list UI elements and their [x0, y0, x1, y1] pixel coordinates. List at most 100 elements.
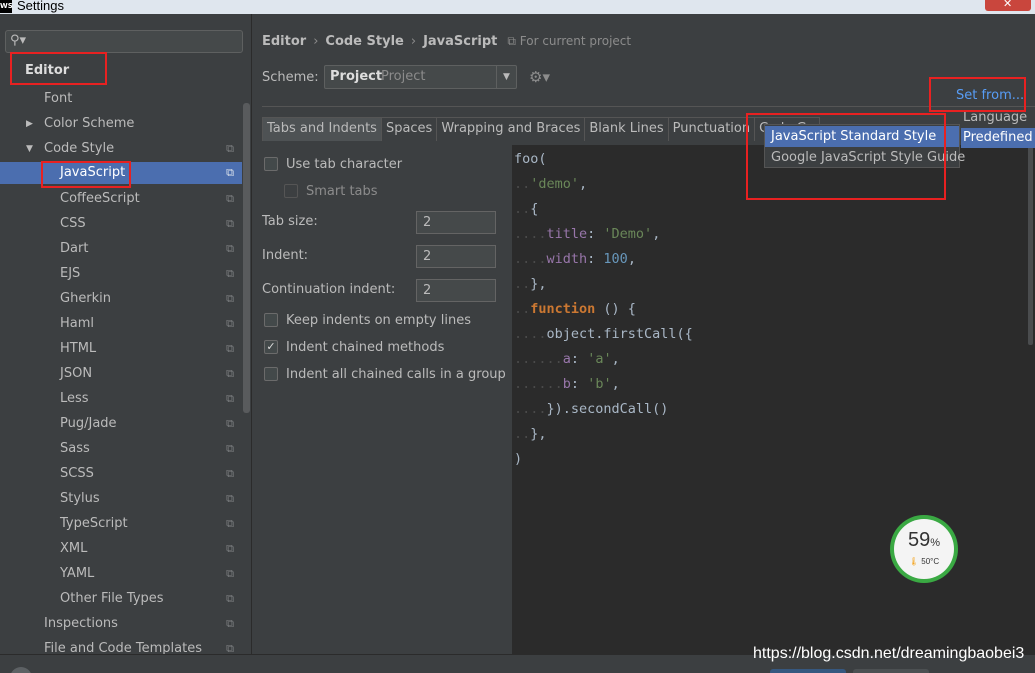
watermark: https://blog.csdn.net/dreamingbaobei3 [753, 645, 1025, 662]
continuation-indent-label: Continuation indent: [262, 282, 396, 297]
tree-item-scss[interactable]: SCSS ⧉ [0, 463, 242, 485]
project-scope-icon: ⧉ [226, 342, 234, 355]
code-line: ..}, [514, 426, 547, 442]
annotation-box-javascript [41, 161, 131, 188]
tree-item-label: File and Code Templates [44, 641, 202, 654]
flame-icon: 🌡 [908, 557, 920, 566]
tree-item-gherkin[interactable]: Gherkin ⧉ [0, 288, 242, 310]
checkbox-box[interactable] [264, 313, 278, 327]
breadcrumb-editor: Editor [262, 34, 307, 49]
tree-item-label: CoffeeScript [60, 191, 140, 206]
tree-item-label: Sass [60, 441, 90, 456]
tree-item-sass[interactable]: Sass ⧉ [0, 438, 242, 460]
project-scope-icon: ⧉ [226, 317, 234, 330]
code-line: ....}).secondCall() [514, 401, 669, 417]
scheme-select[interactable]: Project Project ▼ [324, 65, 517, 89]
scheme-sub: Project [381, 69, 426, 84]
project-scope-icon: ⧉ [226, 492, 234, 505]
tree-item-html[interactable]: HTML ⧉ [0, 338, 242, 360]
breadcrumb-separator: › [313, 34, 319, 49]
tree-item-pug-jade[interactable]: Pug/Jade ⧉ [0, 413, 242, 435]
tree-item-color-scheme[interactable]: ▶ Color Scheme [0, 113, 242, 135]
project-scope-icon: ⧉ [226, 417, 234, 430]
help-button[interactable] [10, 667, 32, 673]
tab-blank-lines[interactable]: Blank Lines [584, 117, 669, 141]
tree-item-font[interactable]: Font [0, 88, 242, 110]
tree-item-label: XML [60, 541, 88, 556]
code-line: ....title: 'Demo', [514, 226, 661, 242]
tree-item-label: TypeScript [60, 516, 128, 531]
tree-item-css[interactable]: CSS ⧉ [0, 213, 242, 235]
ok-button[interactable] [770, 669, 846, 673]
project-scope-icon: ⧉ [507, 34, 520, 48]
tree-item-label: Haml [60, 316, 95, 331]
webstorm-logo: WS [0, 0, 13, 13]
tree-item-file-and-code-templates[interactable]: File and Code Templates ⧉ [0, 638, 242, 654]
close-icon: ✕ [1003, 0, 1013, 10]
checkmark-icon[interactable]: ✓ [264, 340, 278, 354]
code-line: ......a: 'a', [514, 351, 620, 367]
tab-tabs-and-indents[interactable]: Tabs and Indents [262, 117, 382, 141]
tree-item-label: Other File Types [60, 591, 164, 606]
settings-search-input[interactable]: ⚲▾ [5, 30, 243, 53]
tree-item-label: Gherkin [60, 291, 112, 306]
code-style-tabs: Tabs and Indents Spaces Wrapping and Brace… [262, 117, 820, 141]
tree-item-haml[interactable]: Haml ⧉ [0, 313, 242, 335]
code-preview: foo( ..'demo', ..{ ....title: 'Demo', ..… [512, 145, 1035, 654]
tree-item-label: Less [60, 391, 89, 406]
gear-icon[interactable]: ⚙▾ [529, 68, 550, 86]
tree-item-stylus[interactable]: Stylus ⧉ [0, 488, 242, 510]
tree-item-label: CSS [60, 216, 86, 231]
tree-item-yaml[interactable]: YAML ⧉ [0, 563, 242, 585]
chevron-right-icon[interactable]: ▶ [26, 113, 33, 135]
preview-scrollbar[interactable] [1028, 145, 1033, 345]
system-monitor-gauge[interactable]: 59% 🌡 50°C [890, 515, 958, 583]
tab-spaces[interactable]: Spaces [380, 117, 438, 141]
indent-field[interactable]: 2 [416, 245, 496, 268]
tree-item-json[interactable]: JSON ⧉ [0, 363, 242, 385]
tree-item-coffeescript[interactable]: CoffeeScript ⧉ [0, 188, 242, 210]
set-from-menu: Language Predefined S [961, 108, 1035, 148]
tab-punctuation[interactable]: Punctuation [667, 117, 756, 141]
tree-item-other-file-types[interactable]: Other File Types ⧉ [0, 588, 242, 610]
menu-item-predefined-style[interactable]: Predefined S [961, 128, 1035, 148]
tree-item-label: Stylus [60, 491, 100, 506]
tree-item-dart[interactable]: Dart ⧉ [0, 238, 242, 260]
continuation-indent-field[interactable]: 2 [416, 279, 496, 302]
scheme-value: Project [330, 69, 383, 84]
close-button[interactable]: ✕ [985, 0, 1031, 11]
tree-item-typescript[interactable]: TypeScript ⧉ [0, 513, 242, 535]
tree-item-inspections[interactable]: Inspections ⧉ [0, 613, 242, 635]
breadcrumb: Editor › Code Style › JavaScript ⧉ For curren… [262, 34, 631, 49]
project-scope-icon: ⧉ [226, 217, 234, 230]
window-title: Settings [17, 0, 64, 13]
checkbox-label: Indent all chained calls in a group [286, 367, 506, 382]
project-scope-icon: ⧉ [226, 617, 234, 630]
code-line: ..{ [514, 201, 539, 217]
checkbox-box[interactable] [264, 367, 278, 381]
tab-wrapping-and-braces[interactable]: Wrapping and Braces [436, 117, 586, 141]
tree-item-label: SCSS [60, 466, 94, 481]
annotation-box-editor [10, 52, 107, 85]
chevron-down-icon[interactable]: ▼ [496, 66, 516, 88]
title-bar: WS Settings ✕ [0, 0, 1035, 14]
tree-item-label: JSON [60, 366, 93, 381]
chevron-down-icon[interactable]: ▼ [26, 138, 33, 160]
tree-item-label: Color Scheme [44, 116, 135, 131]
project-scope-icon: ⧉ [226, 292, 234, 305]
tree-item-ejs[interactable]: EJS ⧉ [0, 263, 242, 285]
project-scope-icon: ⧉ [226, 442, 234, 455]
sidebar-scrollbar[interactable] [243, 103, 250, 413]
checkbox-box[interactable] [264, 157, 278, 171]
project-scope-icon: ⧉ [226, 517, 234, 530]
tab-size-field[interactable]: 2 [416, 211, 496, 234]
checkbox-box[interactable] [284, 184, 298, 198]
code-line: ..function () { [514, 301, 636, 317]
breadcrumb-code-style: Code Style [325, 34, 404, 49]
cancel-button[interactable] [853, 669, 929, 673]
tree-item-code-style[interactable]: ▼ Code Style ⧉ [0, 138, 242, 160]
tree-item-less[interactable]: Less ⧉ [0, 388, 242, 410]
tree-item-xml[interactable]: XML ⧉ [0, 538, 242, 560]
tree-item-label: HTML [60, 341, 97, 356]
project-scope-icon: ⧉ [226, 166, 234, 179]
